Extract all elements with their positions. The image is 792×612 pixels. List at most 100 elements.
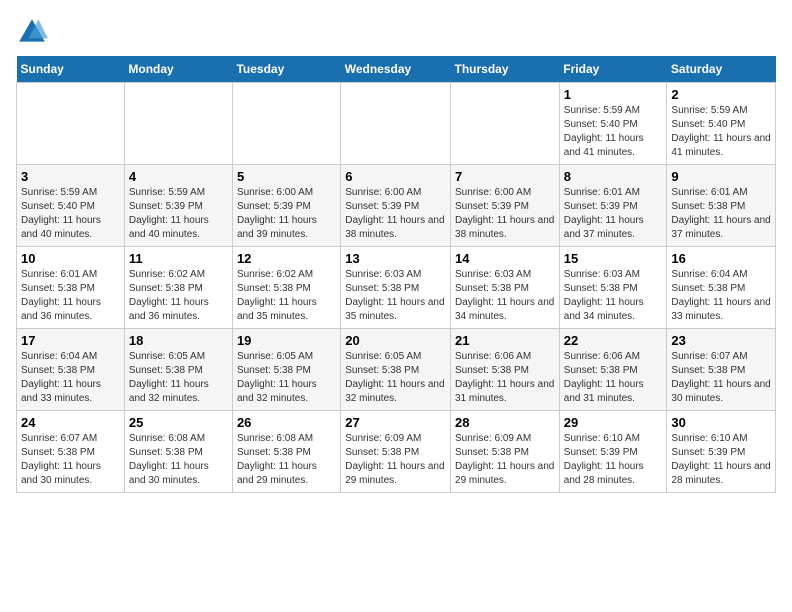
- day-number: 14: [455, 251, 555, 266]
- calendar-cell: 28 Sunrise: 6:09 AM Sunset: 5:38 PM Dayli…: [451, 411, 560, 493]
- weekday-header: Friday: [559, 56, 667, 83]
- day-info: Sunrise: 6:00 AM Sunset: 5:39 PM Dayligh…: [237, 186, 336, 242]
- calendar-cell: [17, 83, 125, 165]
- day-info: Sunrise: 5:59 AM Sunset: 5:40 PM Dayligh…: [21, 186, 120, 242]
- day-number: 5: [237, 169, 336, 184]
- day-info: Sunrise: 6:08 AM Sunset: 5:38 PM Dayligh…: [237, 432, 336, 488]
- day-info: Sunrise: 6:01 AM Sunset: 5:39 PM Dayligh…: [564, 186, 663, 242]
- logo: [16, 16, 52, 48]
- day-number: 3: [21, 169, 120, 184]
- calendar-week-row: 3 Sunrise: 5:59 AM Sunset: 5:40 PM Daylig…: [17, 165, 776, 247]
- day-number: 28: [455, 415, 555, 430]
- calendar-week-row: 24Sunrise: 6:07 AM Sunset: 5:38 PM Dayli…: [17, 411, 776, 493]
- day-info: Sunrise: 6:06 AM Sunset: 5:38 PM Dayligh…: [455, 350, 555, 406]
- calendar-cell: 15 Sunrise: 6:03 AM Sunset: 5:38 PM Dayli…: [559, 247, 667, 329]
- calendar-cell: 9 Sunrise: 6:01 AM Sunset: 5:38 PM Daylig…: [667, 165, 776, 247]
- day-number: 1: [564, 87, 663, 102]
- day-number: 22: [564, 333, 663, 348]
- day-number: 26: [237, 415, 336, 430]
- calendar-cell: 21 Sunrise: 6:06 AM Sunset: 5:38 PM Dayli…: [451, 329, 560, 411]
- calendar-cell: 5 Sunrise: 6:00 AM Sunset: 5:39 PM Daylig…: [232, 165, 340, 247]
- day-info: Sunrise: 6:07 AM Sunset: 5:38 PM Dayligh…: [671, 350, 771, 406]
- calendar-cell: 13 Sunrise: 6:03 AM Sunset: 5:38 PM Dayli…: [341, 247, 451, 329]
- day-info: Sunrise: 6:05 AM Sunset: 5:38 PM Dayligh…: [129, 350, 228, 406]
- calendar-cell: [124, 83, 232, 165]
- day-info: Sunrise: 6:01 AM Sunset: 5:38 PM Dayligh…: [671, 186, 771, 242]
- calendar-cell: 14 Sunrise: 6:03 AM Sunset: 5:38 PM Dayli…: [451, 247, 560, 329]
- day-info: Sunrise: 6:10 AM Sunset: 5:39 PM Dayligh…: [564, 432, 663, 488]
- day-info: Sunrise: 6:03 AM Sunset: 5:38 PM Dayligh…: [564, 268, 663, 324]
- day-number: 30: [671, 415, 771, 430]
- day-number: 15: [564, 251, 663, 266]
- calendar-cell: 29 Sunrise: 6:10 AM Sunset: 5:39 PM Dayli…: [559, 411, 667, 493]
- weekday-header: Monday: [124, 56, 232, 83]
- calendar-cell: 25 Sunrise: 6:08 AM Sunset: 5:38 PM Dayli…: [124, 411, 232, 493]
- day-number: 16: [671, 251, 771, 266]
- calendar-cell: 12 Sunrise: 6:02 AM Sunset: 5:38 PM Dayli…: [232, 247, 340, 329]
- day-number: 29: [564, 415, 663, 430]
- day-number: 25: [129, 415, 228, 430]
- calendar-week-row: 1 Sunrise: 5:59 AM Sunset: 5:40 PM Daylig…: [17, 83, 776, 165]
- weekday-header: Saturday: [667, 56, 776, 83]
- calendar-cell: 3 Sunrise: 5:59 AM Sunset: 5:40 PM Daylig…: [17, 165, 125, 247]
- calendar-cell: 27Sunrise: 6:09 AM Sunset: 5:38 PM Dayli…: [341, 411, 451, 493]
- calendar-cell: 16 Sunrise: 6:04 AM Sunset: 5:38 PM Dayli…: [667, 247, 776, 329]
- calendar-cell: 6 Sunrise: 6:00 AM Sunset: 5:39 PM Daylig…: [341, 165, 451, 247]
- calendar-week-row: 10 Sunrise: 6:01 AM Sunset: 5:38 PM Dayli…: [17, 247, 776, 329]
- day-info: Sunrise: 5:59 AM Sunset: 5:40 PM Dayligh…: [671, 104, 771, 160]
- calendar-cell: 17Sunrise: 6:04 AM Sunset: 5:38 PM Dayli…: [17, 329, 125, 411]
- day-number: 23: [671, 333, 771, 348]
- day-number: 18: [129, 333, 228, 348]
- day-number: 17: [21, 333, 120, 348]
- day-info: Sunrise: 6:02 AM Sunset: 5:38 PM Dayligh…: [129, 268, 228, 324]
- calendar-cell: 7Sunrise: 6:00 AM Sunset: 5:39 PM Daylig…: [451, 165, 560, 247]
- page-header: [16, 16, 776, 48]
- day-info: Sunrise: 6:01 AM Sunset: 5:38 PM Dayligh…: [21, 268, 120, 324]
- day-info: Sunrise: 6:10 AM Sunset: 5:39 PM Dayligh…: [671, 432, 771, 488]
- calendar-cell: 10 Sunrise: 6:01 AM Sunset: 5:38 PM Dayli…: [17, 247, 125, 329]
- calendar-week-row: 17Sunrise: 6:04 AM Sunset: 5:38 PM Dayli…: [17, 329, 776, 411]
- calendar-cell: 18 Sunrise: 6:05 AM Sunset: 5:38 PM Dayli…: [124, 329, 232, 411]
- day-number: 2: [671, 87, 771, 102]
- calendar-cell: 30 Sunrise: 6:10 AM Sunset: 5:39 PM Dayli…: [667, 411, 776, 493]
- day-info: Sunrise: 6:03 AM Sunset: 5:38 PM Dayligh…: [345, 268, 446, 324]
- calendar-cell: [451, 83, 560, 165]
- calendar-cell: 23 Sunrise: 6:07 AM Sunset: 5:38 PM Dayli…: [667, 329, 776, 411]
- calendar-cell: 1 Sunrise: 5:59 AM Sunset: 5:40 PM Daylig…: [559, 83, 667, 165]
- day-info: Sunrise: 6:00 AM Sunset: 5:39 PM Dayligh…: [455, 186, 555, 242]
- day-info: Sunrise: 6:03 AM Sunset: 5:38 PM Dayligh…: [455, 268, 555, 324]
- calendar-cell: 24Sunrise: 6:07 AM Sunset: 5:38 PM Dayli…: [17, 411, 125, 493]
- calendar-cell: 8 Sunrise: 6:01 AM Sunset: 5:39 PM Daylig…: [559, 165, 667, 247]
- day-number: 10: [21, 251, 120, 266]
- day-number: 20: [345, 333, 446, 348]
- calendar-table: SundayMondayTuesdayWednesdayThursdayFrid…: [16, 56, 776, 493]
- day-info: Sunrise: 6:00 AM Sunset: 5:39 PM Dayligh…: [345, 186, 446, 242]
- day-info: Sunrise: 6:07 AM Sunset: 5:38 PM Dayligh…: [21, 432, 120, 488]
- calendar-cell: 22Sunrise: 6:06 AM Sunset: 5:38 PM Dayli…: [559, 329, 667, 411]
- weekday-header: Sunday: [17, 56, 125, 83]
- calendar-cell: 4Sunrise: 5:59 AM Sunset: 5:39 PM Daylig…: [124, 165, 232, 247]
- weekday-header: Tuesday: [232, 56, 340, 83]
- calendar-cell: [232, 83, 340, 165]
- calendar-cell: 11Sunrise: 6:02 AM Sunset: 5:38 PM Dayli…: [124, 247, 232, 329]
- logo-icon: [16, 16, 48, 48]
- weekday-header: Wednesday: [341, 56, 451, 83]
- day-number: 8: [564, 169, 663, 184]
- day-number: 9: [671, 169, 771, 184]
- day-info: Sunrise: 5:59 AM Sunset: 5:40 PM Dayligh…: [564, 104, 663, 160]
- day-info: Sunrise: 6:02 AM Sunset: 5:38 PM Dayligh…: [237, 268, 336, 324]
- calendar-cell: 20 Sunrise: 6:05 AM Sunset: 5:38 PM Dayli…: [341, 329, 451, 411]
- day-info: Sunrise: 6:08 AM Sunset: 5:38 PM Dayligh…: [129, 432, 228, 488]
- day-info: Sunrise: 6:09 AM Sunset: 5:38 PM Dayligh…: [455, 432, 555, 488]
- day-info: Sunrise: 6:05 AM Sunset: 5:38 PM Dayligh…: [237, 350, 336, 406]
- day-number: 6: [345, 169, 446, 184]
- day-info: Sunrise: 6:09 AM Sunset: 5:38 PM Dayligh…: [345, 432, 446, 488]
- day-number: 12: [237, 251, 336, 266]
- day-number: 4: [129, 169, 228, 184]
- day-number: 13: [345, 251, 446, 266]
- day-info: Sunrise: 6:05 AM Sunset: 5:38 PM Dayligh…: [345, 350, 446, 406]
- weekday-header-row: SundayMondayTuesdayWednesdayThursdayFrid…: [17, 56, 776, 83]
- day-number: 21: [455, 333, 555, 348]
- day-info: Sunrise: 6:04 AM Sunset: 5:38 PM Dayligh…: [671, 268, 771, 324]
- weekday-header: Thursday: [451, 56, 560, 83]
